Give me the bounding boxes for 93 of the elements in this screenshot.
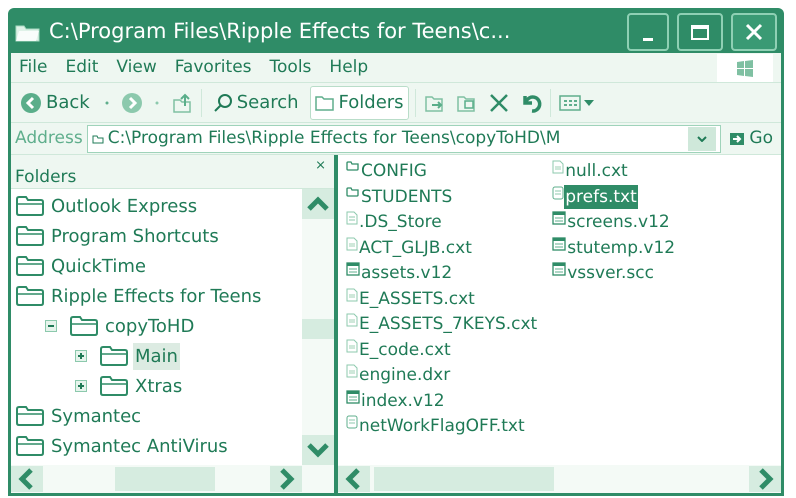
folder-icon	[69, 315, 99, 337]
close-button[interactable]	[731, 13, 777, 51]
tree-item[interactable]: Xtras	[133, 372, 184, 400]
tree-item[interactable]: Main	[133, 342, 180, 370]
document-entry[interactable]: stutemp.v12	[566, 236, 676, 260]
horizontal-scrollbar[interactable]	[11, 465, 334, 493]
close-icon	[745, 23, 763, 41]
menu-item[interactable]: File	[19, 54, 48, 80]
window-file-icon	[552, 262, 566, 276]
folder-icon	[15, 225, 45, 247]
folder-icon	[15, 285, 45, 307]
document-entry[interactable]: screens.v12	[566, 210, 671, 234]
window-file-icon	[552, 211, 566, 225]
search-button[interactable]: Search	[208, 86, 304, 120]
folder-icon	[314, 94, 335, 112]
tree-item[interactable]: Ripple Effects for Teens	[49, 282, 264, 310]
folder-entry[interactable]: CONFIG	[360, 159, 428, 183]
document-entry[interactable]: engine.dxr	[358, 363, 452, 387]
folder-icon	[92, 134, 104, 144]
document-entry[interactable]: prefs.txt	[564, 184, 638, 208]
address-label: Address	[15, 126, 83, 150]
document-entry[interactable]: ACT_GLJB.cxt	[358, 236, 473, 260]
document-entry[interactable]: E_ASSETS_7KEYS.cxt	[358, 312, 538, 336]
document-icon	[346, 236, 358, 250]
window-file-icon	[346, 390, 360, 404]
expand-toggle[interactable]	[75, 350, 87, 362]
plus-icon	[77, 382, 85, 390]
folder-icon	[15, 195, 45, 217]
scroll-right-icon[interactable]	[749, 466, 781, 492]
window-file-icon	[552, 236, 566, 250]
horizontal-scrollbar[interactable]	[338, 465, 781, 493]
scroll-left-icon[interactable]	[11, 466, 43, 492]
text-file-icon	[552, 186, 564, 200]
folder-icon	[15, 405, 45, 427]
document-entry[interactable]: .DS_Store	[358, 210, 443, 234]
close-button[interactable]: ×	[311, 159, 330, 172]
dropdown-button[interactable]	[688, 126, 716, 150]
file-icon	[346, 211, 358, 225]
document-entry[interactable]: assets.v12	[360, 261, 454, 285]
pane-title: Folders	[15, 166, 76, 189]
document-entry[interactable]: netWorkFlagOFF.txt	[358, 414, 526, 438]
scroll-thumb[interactable]	[115, 467, 215, 491]
folder-entry[interactable]: STUDENTS	[360, 184, 454, 208]
tree-item[interactable]: Outlook Express	[49, 192, 200, 220]
document-icon	[346, 288, 358, 302]
windows-logo-icon	[717, 54, 773, 82]
chevron-down-icon	[697, 136, 708, 142]
tree-item[interactable]: Symantec	[49, 402, 144, 430]
address-field[interactable]: C:\Program Files\Ripple Effects for Teens\copyToHD\M	[86, 124, 722, 152]
document-icon	[346, 364, 358, 378]
folder-icon	[99, 345, 129, 367]
minimize-button[interactable]	[627, 13, 669, 51]
folder-icon	[346, 160, 360, 172]
back-button[interactable]: Back	[15, 86, 95, 120]
document-entry[interactable]: E_code.cxt	[358, 338, 452, 362]
folder-icon	[99, 375, 129, 397]
collapse-toggle[interactable]	[45, 320, 57, 332]
scroll-right-icon[interactable]	[270, 466, 302, 492]
tree-item[interactable]: Symantec AntiVirus	[49, 432, 230, 460]
scroll-thumb[interactable]	[302, 319, 334, 339]
document-icon	[552, 160, 564, 174]
menu-item[interactable]: Edit	[65, 54, 98, 80]
scroll-up-icon[interactable]	[302, 189, 334, 219]
minus-icon	[47, 322, 55, 330]
menu-item[interactable]: Favorites	[174, 54, 252, 80]
folders-button[interactable]: Folders	[310, 86, 409, 120]
folder-icon	[15, 435, 45, 457]
maximize-button[interactable]	[677, 13, 723, 51]
document-entry[interactable]: null.cxt	[564, 159, 629, 183]
document-icon	[346, 338, 358, 352]
go-button[interactable]: Go	[725, 126, 777, 152]
scroll-thumb[interactable]	[374, 467, 554, 491]
scroll-down-icon[interactable]	[302, 435, 334, 465]
search-icon	[212, 92, 233, 112]
tree-item[interactable]: copyToHD	[103, 312, 196, 340]
document-entry[interactable]: vssver.scc	[566, 261, 655, 285]
menu-item[interactable]: Tools	[270, 54, 312, 80]
menu-item[interactable]: Help	[329, 54, 368, 80]
text-file-icon	[346, 415, 358, 429]
folder-icon	[15, 255, 45, 277]
vertical-scrollbar[interactable]	[302, 189, 334, 465]
scroll-left-icon[interactable]	[338, 466, 370, 492]
folder-icon	[346, 186, 360, 198]
tree-item[interactable]: QuickTime	[49, 252, 148, 280]
menu-item[interactable]: View	[116, 54, 157, 80]
expand-toggle[interactable]	[75, 380, 87, 392]
tree-item[interactable]: Program Shortcuts	[49, 222, 221, 250]
plus-icon	[77, 352, 85, 360]
document-entry[interactable]: index.v12	[360, 388, 446, 412]
window-title: C:\Program Files\Ripple Effects for Teens\c...	[49, 18, 512, 46]
document-entry[interactable]: E_ASSETS.cxt	[358, 286, 476, 310]
document-icon	[346, 313, 358, 327]
window-file-icon	[346, 262, 360, 276]
